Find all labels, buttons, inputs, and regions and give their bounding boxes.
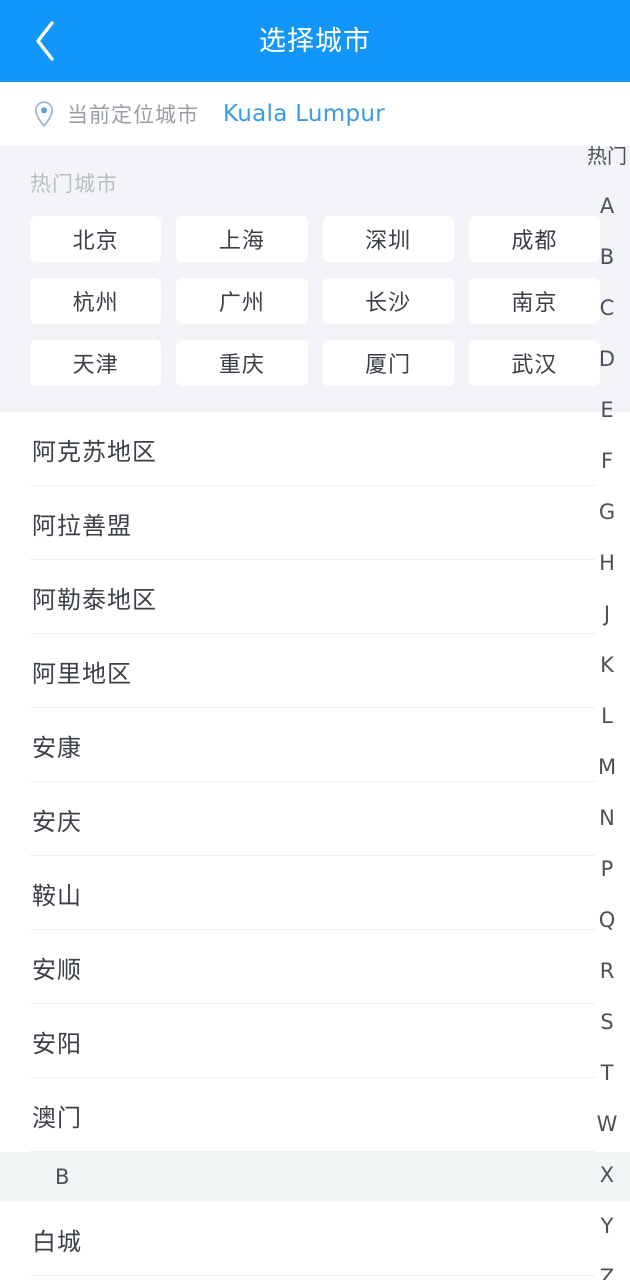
index-letter-z[interactable]: Z (584, 1252, 630, 1280)
city-list-item[interactable]: 阿拉善盟 (0, 486, 630, 560)
city-name: 阿里地区 (32, 659, 132, 688)
city-name: 安康 (32, 733, 82, 762)
city-name: 安阳 (32, 1029, 82, 1058)
city-list: 阿克苏地区阿拉善盟阿勒泰地区阿里地区安康安庆鞍山安顺安阳澳门 B 白城 (0, 412, 630, 1276)
index-letter-g[interactable]: G (584, 487, 630, 538)
city-name: 澳门 (32, 1103, 82, 1132)
index-letter-w[interactable]: W (584, 1099, 630, 1150)
index-letter-f[interactable]: F (584, 436, 630, 487)
index-letter-t[interactable]: T (584, 1048, 630, 1099)
select-city-screen: 选择城市 当前定位城市 Kuala Lumpur 热门城市 北京 上海 深圳 成都杭州… (0, 0, 630, 1280)
current-location-row[interactable]: 当前定位城市 Kuala Lumpur (0, 82, 630, 146)
alphabet-index-rail[interactable]: 热门 A B C D E F G H J K L M N P Q R S T W X Y Z (584, 130, 630, 1280)
index-letter-h[interactable]: H (584, 538, 630, 589)
hot-cities-grid: 北京 上海 深圳 成都杭州 广州 长沙 南京天津 重庆 厦门 武汉 (30, 216, 600, 386)
back-button[interactable] (0, 0, 90, 82)
city-list-item[interactable]: 阿克苏地区 (0, 412, 630, 486)
city-name: 鞍山 (32, 881, 82, 910)
hot-city-pill[interactable]: 厦门 (322, 340, 454, 386)
hot-city-pill[interactable]: 天津 (30, 340, 162, 386)
current-location-city[interactable]: Kuala Lumpur (223, 101, 385, 127)
index-letter-r[interactable]: R (584, 946, 630, 997)
city-list-item[interactable]: 安阳 (0, 1004, 630, 1078)
hot-city-pill[interactable]: 杭州 (30, 278, 162, 324)
page-title: 选择城市 (259, 25, 371, 57)
hot-city-pill[interactable]: 重庆 (176, 340, 308, 386)
index-letter-y[interactable]: Y (584, 1201, 630, 1252)
hot-city-pill[interactable]: 深圳 (322, 216, 454, 262)
index-letter-s[interactable]: S (584, 997, 630, 1048)
city-name: 白城 (32, 1227, 82, 1256)
hot-city-pill[interactable]: 长沙 (322, 278, 454, 324)
hot-city-pill[interactable]: 南京 (468, 278, 600, 324)
hot-cities-title: 热门城市 (30, 172, 118, 196)
city-list-item[interactable]: 安顺 (0, 930, 630, 1004)
hot-city-pill[interactable]: 广州 (176, 278, 308, 324)
hot-city-pill[interactable]: 武汉 (468, 340, 600, 386)
city-list-item[interactable]: 白城 (0, 1202, 630, 1276)
city-name: 阿勒泰地区 (32, 585, 157, 614)
index-letter-b[interactable]: B (584, 232, 630, 283)
index-letter-q[interactable]: Q (584, 895, 630, 946)
city-name: 安庆 (32, 807, 82, 836)
chevron-left-icon (32, 19, 58, 63)
hot-cities-section: 热门城市 北京 上海 深圳 成都杭州 广州 长沙 南京天津 重庆 厦门 武汉 (0, 146, 630, 412)
index-letter-n[interactable]: N (584, 793, 630, 844)
navigation-bar: 选择城市 (0, 0, 630, 82)
city-name: 安顺 (32, 955, 82, 984)
hot-city-pill[interactable]: 北京 (30, 216, 162, 262)
index-letter-l[interactable]: L (584, 691, 630, 742)
index-letter-k[interactable]: K (584, 640, 630, 691)
city-name: 阿拉善盟 (32, 511, 132, 540)
city-list-item[interactable]: 安康 (0, 708, 630, 782)
hot-city-pill[interactable]: 上海 (176, 216, 308, 262)
index-letter-p[interactable]: P (584, 844, 630, 895)
index-letter-x[interactable]: X (584, 1150, 630, 1201)
city-name: 阿克苏地区 (32, 437, 157, 466)
city-list-item[interactable]: 阿勒泰地区 (0, 560, 630, 634)
city-list-item[interactable]: 安庆 (0, 782, 630, 856)
index-letter-d[interactable]: D (584, 334, 630, 385)
index-letter-hot[interactable]: 热门 (584, 130, 630, 181)
map-pin-icon (32, 100, 56, 128)
index-letter-j[interactable]: J (584, 589, 630, 640)
index-letter-e[interactable]: E (584, 385, 630, 436)
city-list-item[interactable]: 澳门 (0, 1078, 630, 1152)
city-list-item[interactable]: 阿里地区 (0, 634, 630, 708)
index-letter-a[interactable]: A (584, 181, 630, 232)
city-list-item[interactable]: 鞍山 (0, 856, 630, 930)
section-header: B (0, 1152, 630, 1202)
index-letter-m[interactable]: M (584, 742, 630, 793)
index-letter-c[interactable]: C (584, 283, 630, 334)
current-location-label: 当前定位城市 (67, 103, 199, 127)
hot-city-pill[interactable]: 成都 (468, 216, 600, 262)
